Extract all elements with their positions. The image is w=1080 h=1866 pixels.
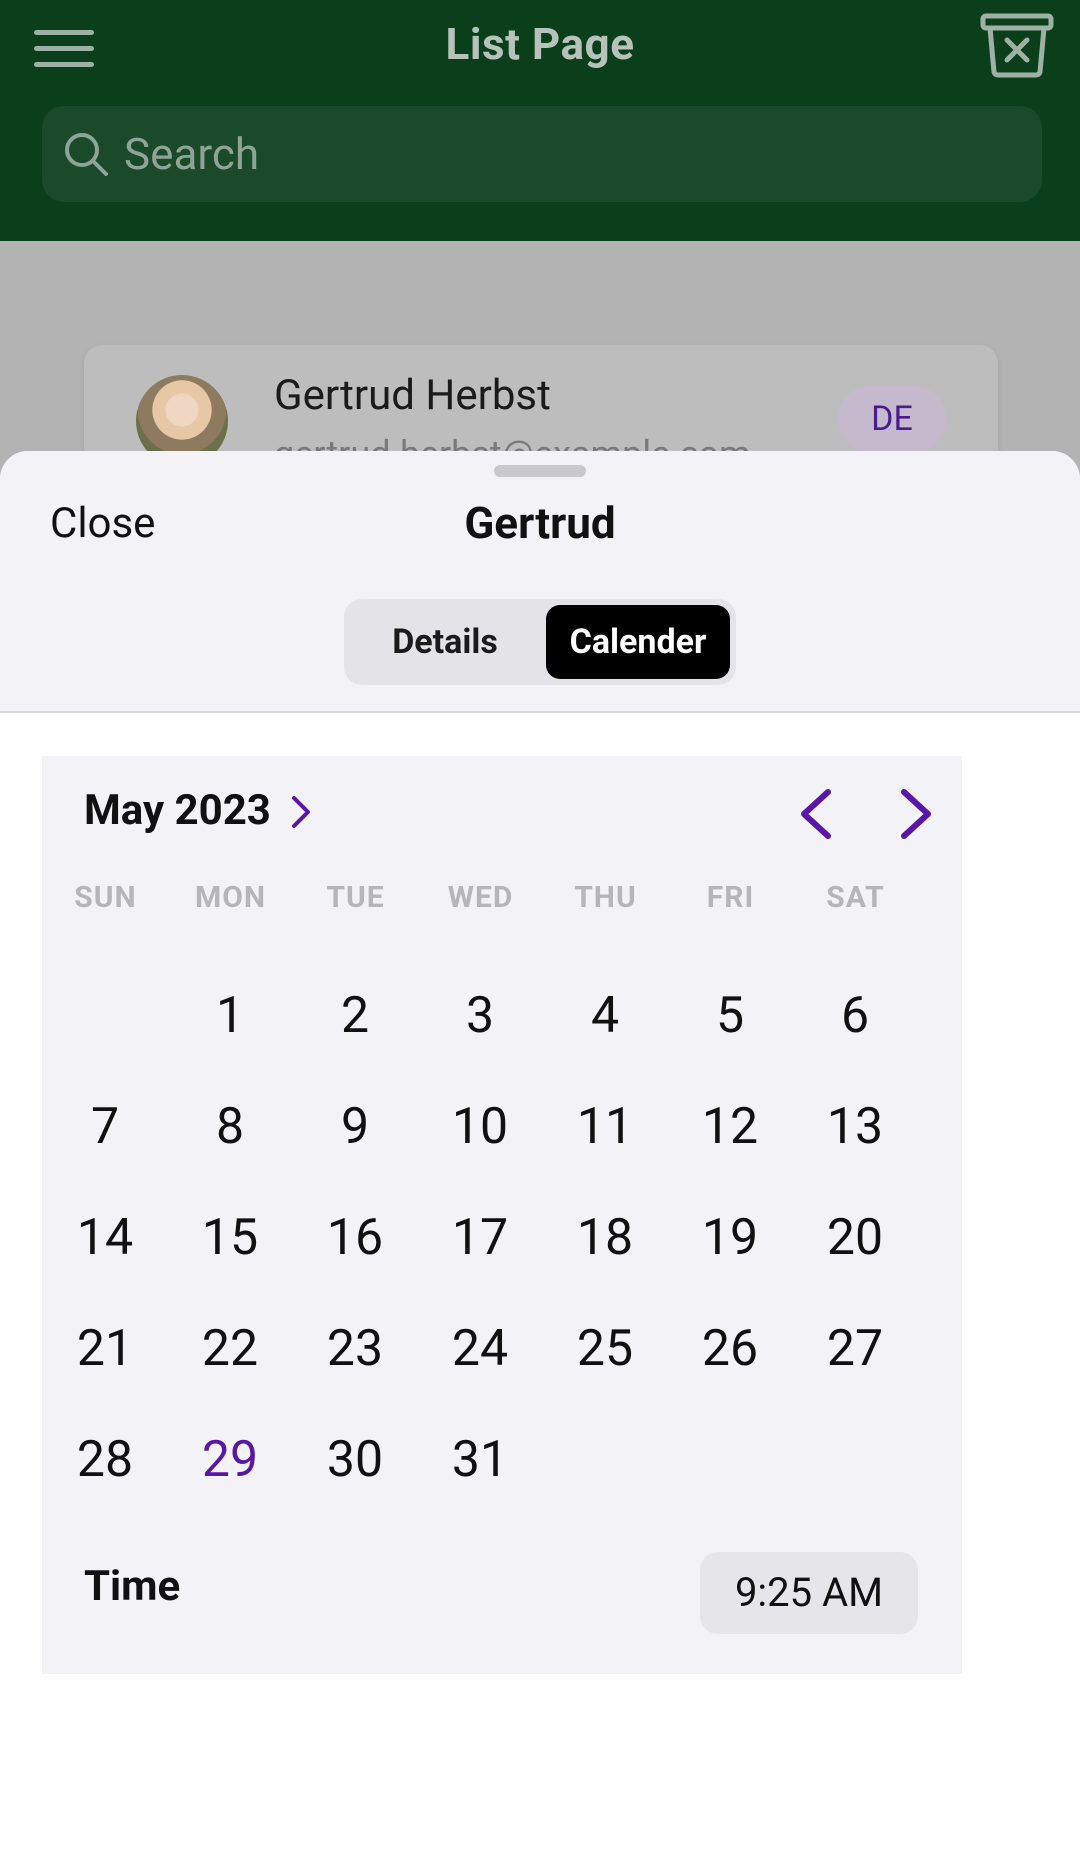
page-title: List Page [445, 18, 635, 70]
calendar-day[interactable]: 6 [805, 966, 905, 1066]
weekday-header: SUN MON TUE WED THU FRI SAT [42, 880, 962, 920]
calendar-day[interactable]: 18 [555, 1188, 655, 1288]
weekday-label: SUN [74, 880, 137, 915]
calendar-day[interactable]: 21 [55, 1299, 155, 1399]
calendar-day[interactable]: 4 [555, 966, 655, 1066]
segmented-control: Details Calender [344, 599, 736, 685]
chevron-right-icon [901, 789, 931, 839]
calendar-day[interactable]: 5 [680, 966, 780, 1066]
calendar-day[interactable]: 17 [430, 1188, 530, 1288]
calendar-day[interactable]: 22 [180, 1299, 280, 1399]
calendar-day[interactable]: 28 [55, 1410, 155, 1510]
month-year-button[interactable]: May 2023 [84, 786, 271, 846]
calendar-day[interactable]: 30 [305, 1410, 405, 1510]
chevron-left-icon [801, 789, 831, 839]
calendar-day[interactable]: 2 [305, 966, 405, 1066]
calendar-day[interactable]: 20 [805, 1188, 905, 1288]
sheet-title: Gertrud [464, 497, 616, 549]
calendar-day[interactable]: 8 [180, 1077, 280, 1177]
calendar-day[interactable]: 7 [55, 1077, 155, 1177]
weekday-label: MON [194, 880, 267, 915]
search-icon [65, 133, 108, 176]
weekday-label: THU [574, 880, 637, 915]
calendar-day[interactable]: 29 [180, 1410, 280, 1510]
tab-details[interactable]: Details [350, 605, 540, 679]
chevron-right-icon[interactable] [288, 794, 314, 830]
calendar-day[interactable]: 9 [305, 1077, 405, 1177]
weekday-label: FRI [706, 880, 755, 915]
next-month-button[interactable] [884, 784, 944, 844]
calendar-day[interactable]: 13 [805, 1077, 905, 1177]
app-header: List Page [0, 0, 1080, 241]
weekday-label: WED [447, 880, 514, 915]
calendar-day[interactable]: 25 [555, 1299, 655, 1399]
search-bar [42, 106, 1042, 202]
calendar-day[interactable]: 12 [680, 1077, 780, 1177]
calendar-day[interactable]: 31 [430, 1410, 530, 1510]
calendar-day[interactable]: 15 [180, 1188, 280, 1288]
sheet-header: Close Gertrud Details Calender [0, 451, 1080, 713]
trash-icon[interactable] [980, 12, 1054, 78]
time-label: Time [84, 1562, 181, 1611]
calendar-day[interactable]: 10 [430, 1077, 530, 1177]
weekday-label: TUE [326, 880, 385, 915]
calendar-day[interactable]: 3 [430, 966, 530, 1066]
bottom-sheet: Close Gertrud Details Calender May 2023 … [0, 451, 1080, 1866]
sheet-grabber[interactable] [494, 465, 586, 477]
calendar: May 2023 SUN MON TUE WED THU FRI SAT 123456789… [42, 756, 962, 1674]
calendar-day[interactable]: 19 [680, 1188, 780, 1288]
calendar-day[interactable]: 23 [305, 1299, 405, 1399]
calendar-day[interactable]: 14 [55, 1188, 155, 1288]
calendar-day[interactable]: 27 [805, 1299, 905, 1399]
search-input[interactable] [122, 106, 1002, 202]
calendar-day[interactable]: 26 [680, 1299, 780, 1399]
previous-month-button[interactable] [788, 784, 848, 844]
calendar-day[interactable]: 1 [180, 966, 280, 1066]
weekday-label: SAT [826, 880, 885, 915]
calendar-day[interactable]: 11 [555, 1077, 655, 1177]
country-badge: DE [838, 385, 946, 453]
calendar-day[interactable]: 16 [305, 1188, 405, 1288]
time-picker-button[interactable]: 9:25 AM [700, 1552, 918, 1634]
list-item-name: Gertrud Herbst [274, 371, 551, 420]
tab-calender[interactable]: Calender [546, 605, 730, 679]
calendar-day[interactable]: 24 [430, 1299, 530, 1399]
